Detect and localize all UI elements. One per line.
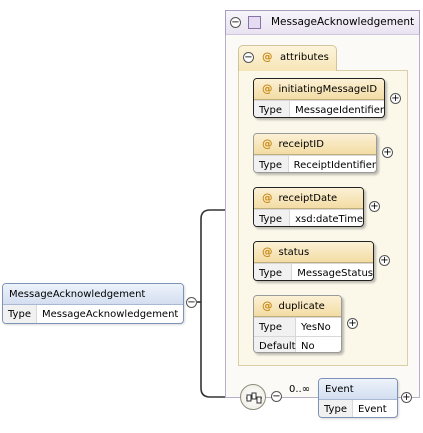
expand-icon[interactable]: + (347, 318, 358, 329)
attribute-receiptdate[interactable]: @ receiptDate Type xsd:dateTime (253, 187, 364, 227)
attribute-type-label: Type (254, 101, 291, 117)
expand-icon[interactable]: + (382, 147, 393, 158)
attribute-default-label: Default (254, 337, 296, 352)
attribute-icon: @ (262, 83, 273, 95)
root-type-value: MessageAcknowledgement (42, 308, 179, 320)
complex-type-collapse-toggle[interactable]: − (230, 17, 241, 28)
complex-type-title: MessageAcknowledgement (271, 16, 415, 28)
event-element-name: Event (319, 379, 397, 400)
sequence-icon (246, 392, 262, 404)
attribute-name: initiatingMessageID (278, 83, 378, 95)
attributes-group-label: attributes (280, 52, 329, 63)
attribute-status[interactable]: @ status Type MessageStatus (253, 241, 374, 281)
attribute-icon: @ (262, 138, 273, 150)
attribute-name: duplicate (278, 300, 325, 312)
event-type-label: Type (319, 400, 353, 417)
attribute-type-label: Type (254, 210, 291, 226)
attribute-initiatingmessageid[interactable]: @ initiatingMessageID Type MessageIdentifi… (253, 78, 385, 118)
expand-icon[interactable]: + (369, 201, 380, 212)
attribute-type-value: YesNo (301, 321, 331, 333)
attribute-name: receiptDate (278, 192, 338, 204)
attribute-name: receiptID (278, 138, 324, 150)
attribute-receiptid[interactable]: @ receiptID Type ReceiptIdentifier (253, 133, 377, 173)
expand-icon[interactable]: + (390, 93, 401, 104)
attribute-type-value: ReceiptIdentifier (293, 159, 376, 171)
attribute-type-value: MessageStatus (297, 267, 373, 279)
root-element-name: MessageAcknowledgement (3, 284, 183, 305)
sequence-compositor[interactable] (240, 384, 266, 410)
attribute-type-value: MessageIdentifier (295, 104, 384, 116)
expand-icon[interactable]: + (401, 392, 412, 403)
root-type-label: Type (3, 305, 37, 323)
root-type-row: Type MessageAcknowledgement (3, 305, 183, 323)
attribute-icon: @ (262, 246, 273, 258)
attribute-icon: @ (262, 300, 273, 312)
attributes-collapse-toggle[interactable]: − (243, 52, 254, 63)
attribute-type-label: Type (254, 156, 289, 172)
expand-icon[interactable]: + (379, 255, 390, 266)
root-element-box[interactable]: MessageAcknowledgement Type MessageAckno… (2, 283, 184, 324)
attributes-at-icon: @ (262, 51, 273, 63)
attribute-type-value: xsd:dateTime (295, 213, 363, 225)
root-collapse-toggle[interactable]: − (186, 297, 197, 308)
attribute-icon: @ (262, 192, 273, 204)
attribute-type-label: Type (254, 264, 293, 280)
attribute-name: status (278, 246, 310, 258)
attribute-type-label: Type (254, 318, 296, 336)
sequence-cardinality: 0..∞ (289, 384, 311, 395)
sequence-collapse-toggle[interactable]: − (271, 391, 282, 402)
event-type-value: Event (358, 403, 387, 415)
complex-type-icon (248, 16, 261, 29)
attribute-duplicate[interactable]: @ duplicate Type YesNo Default No (253, 295, 342, 353)
event-element-box[interactable]: Event Type Event (318, 378, 398, 418)
attribute-default-value: No (301, 340, 315, 352)
